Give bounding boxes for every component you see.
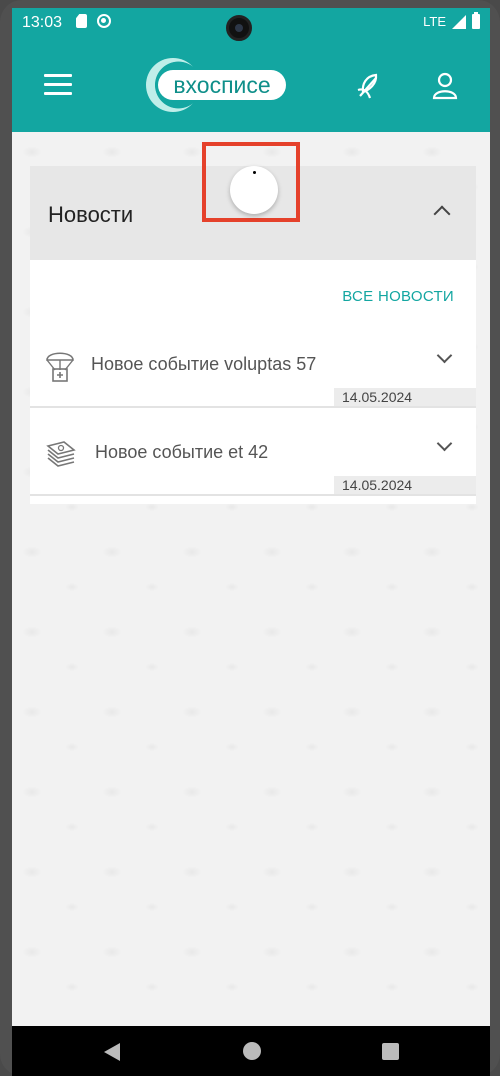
feather-icon[interactable] bbox=[356, 72, 382, 100]
chevron-up-icon[interactable] bbox=[433, 205, 451, 223]
news-item-date: 14.05.2024 bbox=[334, 476, 476, 494]
news-title: Новости bbox=[48, 202, 134, 227]
status-right: LTE bbox=[423, 12, 480, 29]
aid-parachute-icon bbox=[46, 352, 74, 382]
network-type: LTE bbox=[423, 14, 446, 29]
back-icon[interactable] bbox=[104, 1043, 120, 1061]
status-left-icons bbox=[76, 14, 111, 28]
refresh-spinner bbox=[230, 166, 278, 214]
content-area[interactable]: Новости ВСЕ НОВОСТИ Новое событие volupt… bbox=[12, 132, 490, 1026]
chevron-down-icon[interactable] bbox=[436, 435, 453, 452]
logo-text: вхосписе bbox=[158, 70, 286, 100]
news-item-date: 14.05.2024 bbox=[334, 388, 476, 406]
news-item-title: Новое событие voluptas 57 bbox=[91, 354, 317, 374]
user-icon[interactable] bbox=[432, 72, 458, 100]
battery-icon bbox=[472, 12, 480, 29]
news-item[interactable]: Новое событие voluptas 57 14.05.2024 bbox=[30, 330, 476, 408]
signal-icon bbox=[452, 14, 466, 29]
sd-card-icon bbox=[76, 14, 87, 28]
all-news-link[interactable]: ВСЕ НОВОСТИ bbox=[342, 288, 454, 305]
money-stack-icon bbox=[46, 441, 76, 467]
app-logo[interactable]: вхосписе bbox=[146, 58, 286, 112]
chevron-down-icon[interactable] bbox=[436, 347, 453, 364]
news-item-title: Новое событие et 42 bbox=[95, 442, 269, 462]
menu-icon[interactable] bbox=[44, 74, 72, 96]
item-divider bbox=[30, 406, 476, 408]
sync-icon bbox=[97, 14, 111, 28]
item-divider bbox=[30, 494, 476, 496]
home-icon[interactable] bbox=[243, 1042, 261, 1060]
app-bar: вхосписе bbox=[12, 38, 490, 132]
system-nav-bar bbox=[12, 1026, 490, 1076]
recent-apps-icon[interactable] bbox=[382, 1043, 399, 1060]
news-body: ВСЕ НОВОСТИ Новое событие voluptas 57 14… bbox=[30, 260, 476, 504]
news-item[interactable]: Новое событие et 42 14.05.2024 bbox=[30, 418, 476, 496]
front-camera bbox=[226, 15, 252, 41]
status-time: 13:03 bbox=[22, 14, 63, 31]
app-screen: 13:03 LTE вхосписе Новости ВСЕ НОВОСТИ Н… bbox=[12, 8, 490, 1026]
